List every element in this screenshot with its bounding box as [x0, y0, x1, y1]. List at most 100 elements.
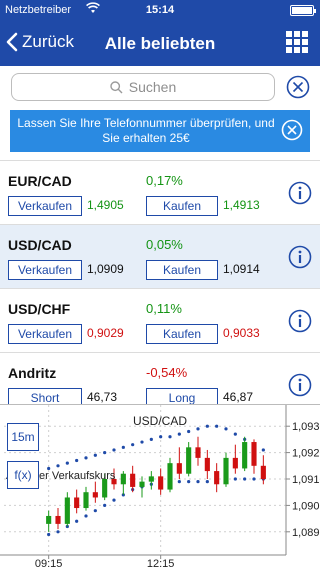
indicator-point: [103, 503, 107, 507]
sell-button[interactable]: Verkaufen: [8, 324, 82, 344]
instrument-symbol: USD/CAD: [8, 237, 72, 253]
instrument-change: 0,17%: [146, 173, 183, 188]
y-tick-label: 1,0890: [292, 527, 320, 539]
candle-body: [242, 442, 248, 469]
indicator-point: [112, 498, 116, 502]
indicator-point: [215, 424, 219, 428]
indicator-point: [47, 532, 51, 537]
indicator-button[interactable]: f(x): [7, 461, 39, 489]
candle-body: [158, 476, 164, 490]
close-icon[interactable]: [281, 119, 303, 141]
candle-body: [223, 457, 229, 485]
indicator-point: [205, 424, 209, 428]
indicator-point: [75, 458, 79, 463]
candle-body: [64, 497, 70, 524]
instrument-row[interactable]: USD/CHF 0,11% Verkaufen 0,9029 Kaufen 0,…: [0, 288, 320, 352]
candle-body: [46, 515, 52, 524]
buy-price: 46,87: [223, 390, 254, 404]
indicator-point: [177, 480, 181, 484]
candle-body: [204, 457, 210, 472]
candle-body: [130, 473, 136, 487]
instrument-change: 0,05%: [146, 237, 183, 252]
instrument-change: 0,11%: [146, 301, 182, 316]
sell-button[interactable]: Verkaufen: [8, 260, 82, 280]
instrument-change: -0,54%: [146, 365, 188, 380]
page-title: Alle beliebten: [104, 34, 216, 53]
candle-body: [260, 465, 266, 479]
buy-price: 1,0914: [223, 262, 260, 276]
promo-text: Lassen Sie Ihre Telefonnummer überprüfen…: [17, 116, 275, 145]
y-tick-label: 1,0900: [292, 500, 320, 512]
candle-body: [167, 463, 173, 490]
instrument-symbol: Andritz: [8, 365, 57, 381]
search-icon: [110, 80, 123, 93]
indicator-point: [84, 456, 88, 460]
y-axis: 1,0930 1,0920 1,0910 1,0900 1,0890: [285, 405, 320, 555]
chart-panel[interactable]: Aktueller Verkaufskurs USD/CAD 1,09301,0…: [0, 404, 320, 568]
indicator-point: [121, 445, 125, 449]
candle-body: [55, 515, 61, 524]
candlestick-chart[interactable]: Aktueller Verkaufskurs USD/CAD 1,09301,0…: [0, 405, 320, 568]
candle-body: [232, 457, 238, 469]
battery-level: [292, 7, 312, 14]
indicator-point: [243, 477, 247, 481]
instrument-row[interactable]: USD/CAD 0,05% Verkaufen 1,0909 Kaufen 1,…: [0, 224, 320, 288]
status-time: 15:14: [145, 4, 175, 16]
buy-button[interactable]: Kaufen: [146, 324, 218, 344]
indicator-point: [233, 477, 237, 481]
indicator-point: [56, 464, 60, 468]
sell-price: 1,4905: [87, 198, 124, 212]
info-icon[interactable]: [288, 373, 312, 397]
candle-body: [83, 492, 89, 509]
promo-banner[interactable]: Lassen Sie Ihre Telefonnummer überprüfen…: [10, 110, 310, 152]
x-tick-label: 12:15: [147, 558, 175, 568]
candle-body: [148, 476, 154, 482]
sell-price: 0,9029: [87, 326, 124, 340]
indicator-point: [252, 477, 256, 481]
sell-button[interactable]: Verkaufen: [8, 196, 82, 216]
sell-price: 46,73: [87, 390, 118, 404]
timeframe-button[interactable]: 15m: [7, 423, 39, 451]
indicator-point: [140, 440, 144, 444]
x-tick-label: 09:15: [35, 558, 63, 568]
grid-menu-icon[interactable]: [286, 31, 308, 53]
y-tick-label: 1,0930: [292, 421, 320, 433]
y-tick-label: 1,0920: [292, 448, 320, 460]
candle-body: [74, 497, 80, 509]
info-icon[interactable]: [288, 245, 312, 269]
indicator-point: [93, 453, 97, 457]
search-input[interactable]: Suchen: [11, 73, 275, 101]
candle-body: [120, 473, 126, 485]
chart-title: USD/CAD: [133, 414, 187, 428]
indicator-point: [112, 448, 116, 452]
close-circle-icon[interactable]: [286, 75, 310, 99]
instrument-row[interactable]: EUR/CAD 0,17% Verkaufen 1,4905 Kaufen 1,…: [0, 160, 320, 224]
indicator-point: [131, 443, 135, 447]
battery-icon: [290, 5, 316, 16]
buy-price: 0,9033: [223, 326, 260, 340]
candle-body: [251, 442, 257, 466]
indicator-point: [159, 435, 163, 439]
buy-button[interactable]: Kaufen: [146, 196, 218, 216]
candle-body: [186, 447, 192, 474]
indicator-point: [224, 427, 228, 431]
candle-body: [176, 463, 182, 474]
indicator-point: [196, 480, 200, 484]
candles: [46, 436, 266, 532]
instrument-symbol: USD/CHF: [8, 301, 71, 317]
candle-body: [139, 481, 145, 487]
indicator-point: [103, 451, 107, 455]
buy-button[interactable]: Kaufen: [146, 260, 218, 280]
indicator-point: [65, 461, 69, 465]
x-axis: 09:15 12:15: [0, 554, 286, 568]
candle-body: [214, 471, 220, 485]
info-icon[interactable]: [288, 309, 312, 333]
info-icon[interactable]: [288, 181, 312, 205]
search-area: Suchen: [0, 66, 320, 108]
instrument-symbol: EUR/CAD: [8, 173, 72, 189]
indicator-point: [205, 480, 209, 484]
candle-body: [92, 492, 98, 498]
indicator-point: [187, 429, 191, 434]
indicator-point: [187, 480, 191, 484]
candle-body: [195, 447, 201, 458]
